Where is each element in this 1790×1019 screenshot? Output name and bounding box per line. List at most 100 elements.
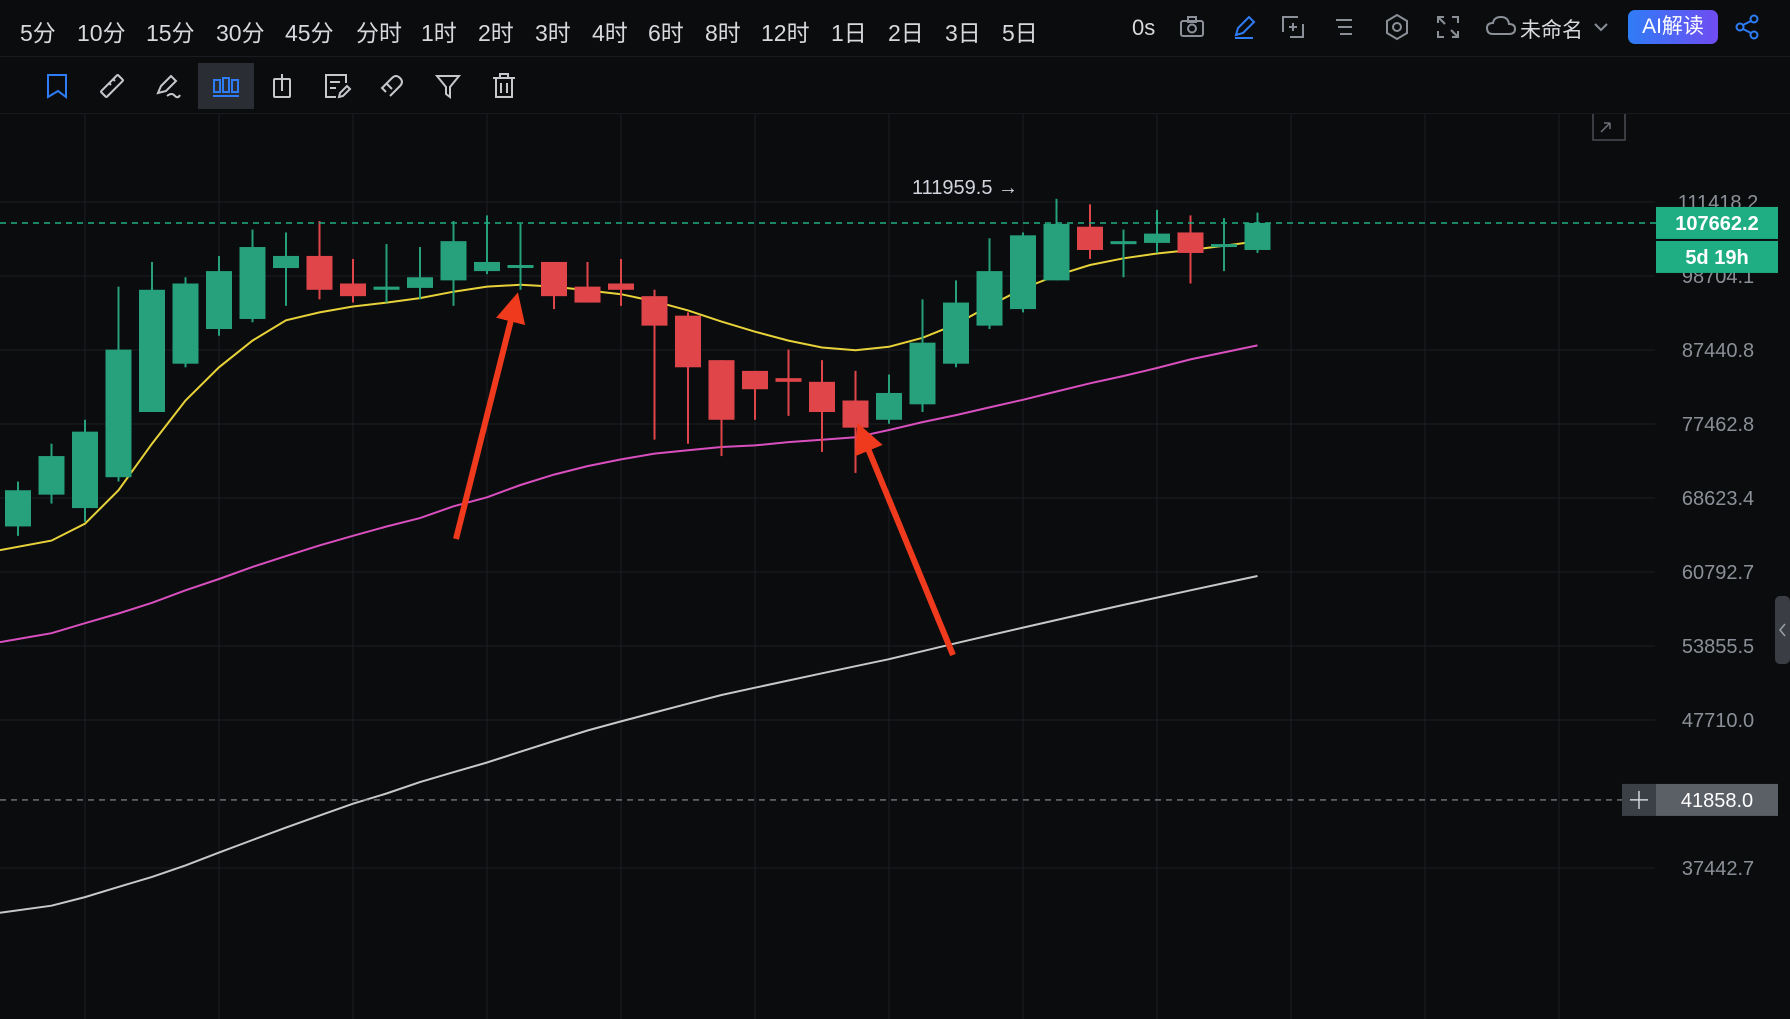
candle — [72, 419, 98, 522]
timeframe-button[interactable]: 3时 — [535, 14, 571, 48]
candle — [708, 360, 735, 457]
timeframe-button[interactable]: 3日 — [945, 14, 981, 48]
price-chart[interactable]: 111959.5 → 111418.298704.187440.877462.8… — [0, 114, 1790, 1019]
timeframe-button[interactable]: 15分 — [146, 14, 195, 48]
timeframe-button[interactable]: 8时 — [705, 14, 741, 48]
candle-body — [105, 349, 132, 478]
candle-body — [1244, 222, 1271, 250]
cloud-icon[interactable] — [1484, 12, 1518, 42]
y-tick-label: 47710.0 — [1682, 710, 1754, 732]
candle — [139, 261, 165, 412]
y-tick-label: 53855.5 — [1682, 636, 1754, 658]
timeframe-button[interactable]: 5日 — [1002, 14, 1038, 48]
layout-name[interactable]: 未命名 — [1520, 14, 1583, 44]
pencil-edit-icon[interactable] — [1229, 12, 1259, 42]
candlestick-series — [5, 198, 1271, 536]
timeframe-bar: 5分 10分 15分 30分 45分 分时 1时 2时 3时 4时 6时 8时 12时 1日 2日 3日 5日 … — [0, 0, 1790, 57]
filter-icon[interactable] — [425, 63, 471, 109]
timeframe-button[interactable]: 6时 — [648, 14, 684, 48]
list-icon[interactable] — [1329, 12, 1359, 42]
ma-mid-line — [0, 344, 1258, 644]
annotation-arrow — [854, 422, 956, 657]
candle — [1010, 232, 1036, 313]
candle — [608, 258, 634, 306]
candle-body — [608, 283, 634, 290]
timeframe-button[interactable]: 12时 — [761, 14, 810, 48]
candle — [273, 232, 299, 306]
reset-zoom-icon[interactable] — [1592, 114, 1626, 141]
candle — [976, 238, 1003, 329]
brush-icon[interactable] — [145, 63, 191, 109]
candle-body — [172, 283, 199, 364]
timeframe-button[interactable]: 分时 — [356, 14, 402, 48]
candle-body — [909, 342, 936, 405]
candle — [1110, 229, 1137, 278]
y-tick-label: 68623.4 — [1682, 488, 1754, 510]
candle — [105, 286, 132, 482]
last-price-tag: 107662.2 5d 19h — [1656, 206, 1778, 273]
crosshair-price-tag: 41858.0 — [1622, 783, 1778, 816]
candlestick-tool-icon[interactable] — [198, 63, 254, 109]
select-cursor-icon[interactable] — [34, 63, 80, 109]
panel-collapse-handle[interactable] — [1775, 596, 1790, 664]
candle-body — [340, 283, 366, 297]
note-edit-icon[interactable] — [314, 63, 360, 109]
candle-body — [1043, 223, 1070, 281]
timeframe-button[interactable]: 45分 — [285, 14, 334, 48]
y-tick-label: 77462.8 — [1682, 414, 1754, 436]
timeframe-button[interactable]: 2日 — [888, 14, 924, 48]
timeframe-button[interactable]: 5分 — [20, 14, 56, 48]
add-window-icon[interactable] — [1278, 12, 1308, 42]
candle-body — [1144, 233, 1170, 243]
candle-body — [541, 261, 567, 297]
candle-body — [641, 296, 668, 326]
settings-icon[interactable] — [1382, 12, 1412, 42]
candle-body — [1211, 244, 1237, 248]
magnet-icon[interactable] — [369, 63, 415, 109]
candle-body — [775, 378, 802, 382]
trash-icon[interactable] — [481, 63, 527, 109]
candle-body — [239, 247, 266, 319]
ai-analysis-button[interactable]: AI解读 — [1628, 10, 1718, 44]
candle-body — [407, 277, 433, 288]
candle — [5, 481, 31, 536]
candle-body — [876, 392, 902, 420]
candle-body — [574, 286, 601, 303]
candle — [1077, 204, 1103, 259]
timeframe-button[interactable]: 2时 — [478, 14, 514, 48]
camera-icon[interactable] — [1177, 12, 1207, 42]
candle-body — [1077, 226, 1103, 250]
candle — [541, 261, 567, 310]
timeframe-button[interactable]: 1日 — [831, 14, 867, 48]
crosshair-price-value: 41858.0 — [1681, 790, 1753, 812]
candle-body — [842, 400, 869, 428]
candle — [641, 289, 668, 440]
candle-body — [809, 381, 835, 412]
fullscreen-icon[interactable] — [1433, 12, 1463, 42]
candle — [306, 221, 333, 300]
candle — [340, 258, 366, 303]
candle-body — [72, 431, 98, 509]
candle — [775, 349, 802, 416]
timeframe-button[interactable]: 30分 — [216, 14, 265, 48]
share-icon[interactable] — [1732, 12, 1762, 42]
drawing-toolbar — [0, 57, 1790, 114]
bar-countdown: 5d 19h — [1685, 247, 1748, 269]
timeframe-button[interactable]: 4时 — [592, 14, 628, 48]
countdown-timer: 0s — [1132, 15, 1156, 40]
ruler-icon[interactable] — [89, 63, 135, 109]
timeframe-button[interactable]: 1时 — [421, 14, 457, 48]
candle-body — [373, 286, 400, 290]
candle — [239, 229, 266, 323]
candle — [1177, 215, 1204, 284]
position-tool-icon[interactable] — [259, 63, 305, 109]
candle-body — [139, 289, 165, 412]
candle — [742, 370, 768, 420]
chevron-down-icon[interactable] — [1592, 12, 1610, 42]
candle-body — [1177, 232, 1204, 253]
candle — [1144, 209, 1170, 253]
candle — [1043, 198, 1070, 281]
candle-body — [38, 456, 65, 495]
price-axis: 111418.298704.187440.877462.868623.46079… — [1622, 192, 1790, 880]
timeframe-button[interactable]: 10分 — [77, 14, 126, 48]
